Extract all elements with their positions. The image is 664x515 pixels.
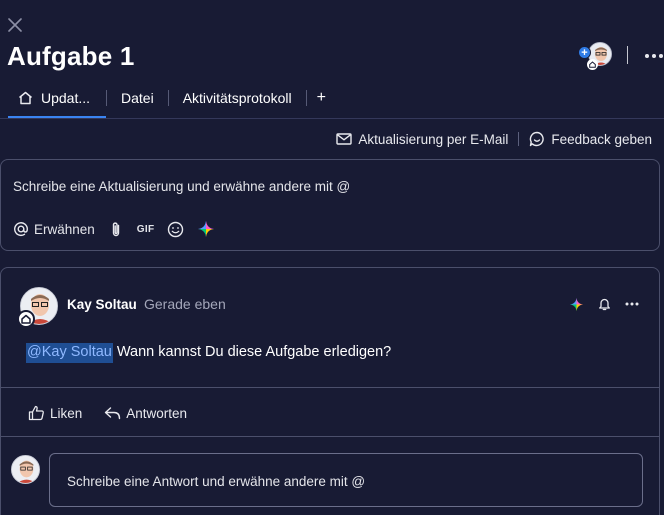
action-divider [518,132,520,146]
mail-icon [336,133,353,145]
reply-button[interactable]: Antworten [104,406,187,421]
smiley-icon [167,221,184,238]
reactions-bar: Liken Antworten [28,403,187,423]
paperclip-icon [110,221,122,238]
thumbs-up-icon [28,405,45,421]
update-input-placeholder[interactable]: Schreibe eine Aktualisierung und erwähne… [13,179,350,194]
attach-file-button[interactable] [110,221,122,238]
post-timestamp: Gerade eben [144,296,226,312]
feedback-label: Feedback geben [551,131,652,147]
email-updates-button[interactable]: Aktualisierung per E-Mail [336,132,508,147]
like-label: Liken [50,405,83,421]
post-body: @Kay Soltau Wann kannst Du diese Aufgabe… [26,343,392,363]
close-button[interactable] [6,17,24,37]
home-icon [18,91,33,105]
item-panel: Aufgabe 1 + Updat... Datei Aktivitätspro… [0,0,664,515]
tab-label: Aktivitätsprotokoll [182,90,292,106]
gif-label: GIF [136,223,155,235]
card-divider [1,387,659,388]
ai-sparkle-icon[interactable] [569,297,584,312]
tab-label: Updat... [41,90,91,106]
home-icon [587,59,598,70]
reply-input-placeholder: Schreibe eine Antwort und erwähne andere… [67,474,366,489]
post-actions [569,296,639,312]
bell-icon[interactable] [598,297,611,311]
add-subscriber-icon: + [578,46,591,59]
ai-sparkle-icon [197,220,215,238]
close-icon [8,17,22,37]
subscribers-button[interactable]: + [578,40,612,70]
tab-file[interactable]: Datei [107,86,168,110]
reply-label: Antworten [126,405,188,421]
reply-input[interactable]: Schreibe eine Antwort und erwähne andere… [49,453,643,507]
card-divider [1,436,659,437]
header-actions: + [578,40,664,70]
update-card: Kay Soltau Gerade eben @Kay Soltau Wann … [0,267,660,515]
tab-activity-log[interactable]: Aktivitätsprotokoll [169,86,306,110]
tab-bar: Updat... Datei Aktivitätsprotokoll + [8,86,664,118]
tabs-border [0,118,664,119]
actions-bar: Aktualisierung per E-Mail Feedback geben [336,129,652,149]
tab-updates[interactable]: Updat... [8,86,106,118]
email-updates-label: Aktualisierung per E-Mail [358,131,509,147]
emoji-button[interactable] [167,221,184,238]
header-divider [627,46,628,64]
reply-icon [104,406,121,420]
mention-button[interactable]: Erwähnen [13,221,95,237]
more-horizontal-icon[interactable] [625,302,639,306]
gif-button[interactable]: GIF [137,224,155,235]
ai-assistant-button[interactable] [197,220,215,238]
post-author[interactable]: Kay Soltau [67,297,137,312]
post-text: Wann kannst Du diese Aufgabe erledigen? [112,344,392,360]
feedback-button[interactable]: Feedback geben [529,131,652,147]
tab-label: Datei [121,90,154,106]
more-horizontal-icon [644,46,664,64]
update-composer[interactable]: Schreibe eine Aktualisierung und erwähne… [0,159,660,251]
more-options-button[interactable] [642,46,664,64]
avatar [11,455,40,484]
user-mention[interactable]: @Kay Soltau [26,343,113,363]
page-title[interactable]: Aufgabe 1 [7,41,134,72]
home-icon [17,310,35,328]
composer-toolbar: Erwähnen GIF [13,219,215,239]
add-tab-button[interactable]: + [307,86,336,110]
mention-label: Erwähnen [34,221,95,237]
feedback-icon [529,131,545,147]
like-button[interactable]: Liken [28,405,82,421]
plus-icon: + [316,89,326,106]
at-icon [13,221,29,237]
